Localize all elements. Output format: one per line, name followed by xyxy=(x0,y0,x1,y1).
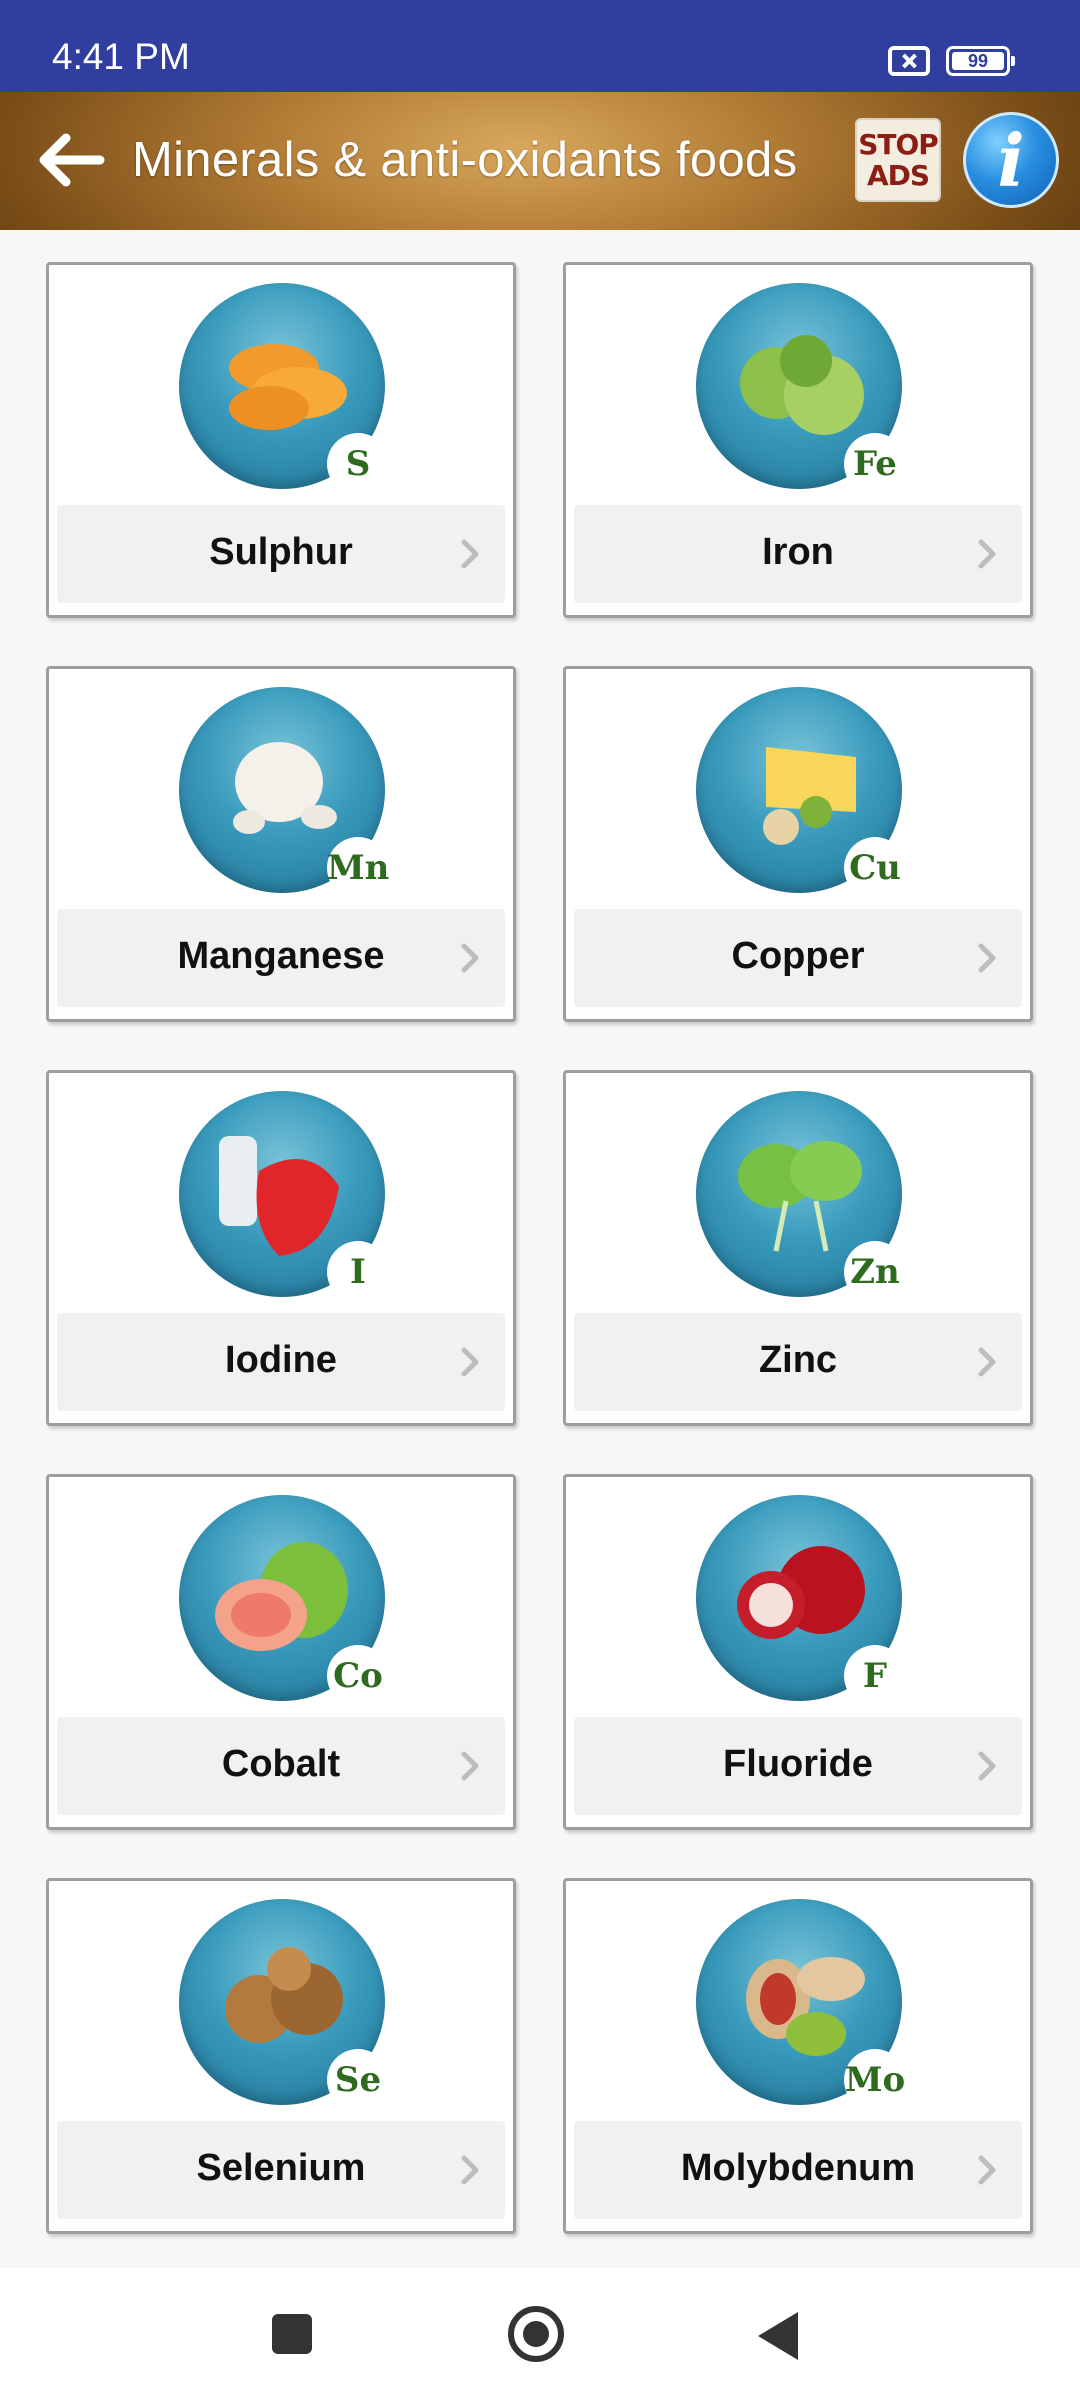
mineral-label-bar[interactable]: Selenium xyxy=(57,2121,505,2219)
mineral-image: S xyxy=(179,283,389,495)
page-title: Minerals & anti-oxidants foods xyxy=(132,133,798,187)
mineral-image: Cu xyxy=(696,687,906,899)
system-nav-bar xyxy=(0,2268,1080,2400)
mineral-label-bar[interactable]: Molybdenum xyxy=(574,2121,1022,2219)
mineral-symbol: Co xyxy=(327,1645,389,1707)
battery-level: 99 xyxy=(952,52,1004,70)
back-triangle-icon[interactable] xyxy=(758,2312,798,2360)
mineral-card-iodine[interactable]: I Iodine xyxy=(46,1070,516,1426)
mineral-image: Mo xyxy=(696,1899,906,2111)
chevron-right-icon xyxy=(978,539,996,569)
mineral-card-iron[interactable]: Fe Iron xyxy=(563,262,1033,618)
mineral-symbol: Cu xyxy=(844,837,906,899)
mineral-symbol: Zn xyxy=(844,1241,906,1303)
mineral-image: Se xyxy=(179,1899,389,2111)
mineral-symbol: S xyxy=(327,433,389,495)
mineral-label-bar[interactable]: Manganese xyxy=(57,909,505,1007)
info-icon: i xyxy=(997,118,1025,203)
recents-square-icon[interactable] xyxy=(272,2314,312,2354)
mineral-label: Iron xyxy=(762,531,834,573)
mineral-label-bar[interactable]: Sulphur xyxy=(57,505,505,603)
app-bar: Minerals & anti-oxidants foods STOP ADS … xyxy=(0,92,1080,230)
chevron-right-icon xyxy=(978,943,996,973)
status-time: 4:41 PM xyxy=(52,36,190,77)
info-button[interactable]: i xyxy=(963,112,1059,208)
mineral-label: Manganese xyxy=(177,935,385,977)
mineral-card-copper[interactable]: Cu Copper xyxy=(563,666,1033,1022)
chevron-right-icon xyxy=(461,539,479,569)
mineral-label-bar[interactable]: Iodine xyxy=(57,1313,505,1411)
mineral-symbol: I xyxy=(327,1241,389,1303)
home-circle-icon[interactable] xyxy=(508,2306,564,2362)
mineral-label: Cobalt xyxy=(221,1743,341,1785)
chevron-right-icon xyxy=(461,1751,479,1781)
mineral-image: F xyxy=(696,1495,906,1707)
mineral-card-molybdenum[interactable]: Mo Molybdenum xyxy=(563,1878,1033,2234)
chevron-right-icon xyxy=(978,1751,996,1781)
chevron-right-icon xyxy=(461,1347,479,1377)
mineral-label: Zinc xyxy=(758,1339,838,1381)
mineral-symbol: Mn xyxy=(327,837,389,899)
mineral-image: Co xyxy=(179,1495,389,1707)
mineral-label-bar[interactable]: Zinc xyxy=(574,1313,1022,1411)
stop-ads-line2: ADS xyxy=(866,159,930,192)
mineral-symbol: Mo xyxy=(844,2049,906,2111)
stop-ads-button[interactable]: STOP ADS xyxy=(855,118,941,202)
mineral-label-bar[interactable]: Fluoride xyxy=(574,1717,1022,1815)
mineral-label: Iodine xyxy=(225,1339,337,1381)
mineral-label-bar[interactable]: Cobalt xyxy=(57,1717,505,1815)
battery-icon: 99 xyxy=(946,46,1015,76)
mineral-card-fluoride[interactable]: F Fluoride xyxy=(563,1474,1033,1830)
mineral-symbol: F xyxy=(844,1645,906,1707)
mineral-image: I xyxy=(179,1091,389,1303)
chevron-right-icon xyxy=(978,2155,996,2185)
chevron-right-icon xyxy=(461,2155,479,2185)
mineral-card-manganese[interactable]: Mn Manganese xyxy=(46,666,516,1022)
mineral-label: Copper xyxy=(731,935,865,977)
mineral-label-bar[interactable]: Iron xyxy=(574,505,1022,603)
no-sim-icon xyxy=(888,46,930,76)
chevron-right-icon xyxy=(461,943,479,973)
mineral-card-cobalt[interactable]: Co Cobalt xyxy=(46,1474,516,1830)
mineral-label: Molybdenum xyxy=(680,2147,916,2189)
mineral-label: Selenium xyxy=(196,2147,366,2189)
mineral-symbol: Fe xyxy=(844,433,906,495)
status-bar: 4:41 PM 99 xyxy=(0,0,1080,92)
mineral-card-zinc[interactable]: Zn Zinc xyxy=(563,1070,1033,1426)
chevron-right-icon xyxy=(978,1347,996,1377)
mineral-image: Mn xyxy=(179,687,389,899)
mineral-label: Fluoride xyxy=(723,1743,873,1785)
stop-ads-line1: STOP xyxy=(858,128,939,161)
arrow-left-icon[interactable] xyxy=(36,132,106,188)
mineral-symbol: Se xyxy=(327,2049,389,2111)
mineral-card-sulphur[interactable]: S Sulphur xyxy=(46,262,516,618)
mineral-label-bar[interactable]: Copper xyxy=(574,909,1022,1007)
mineral-image: Zn xyxy=(696,1091,906,1303)
mineral-image: Fe xyxy=(696,283,906,495)
mineral-label: Sulphur xyxy=(209,531,353,573)
mineral-card-selenium[interactable]: Se Selenium xyxy=(46,1878,516,2234)
